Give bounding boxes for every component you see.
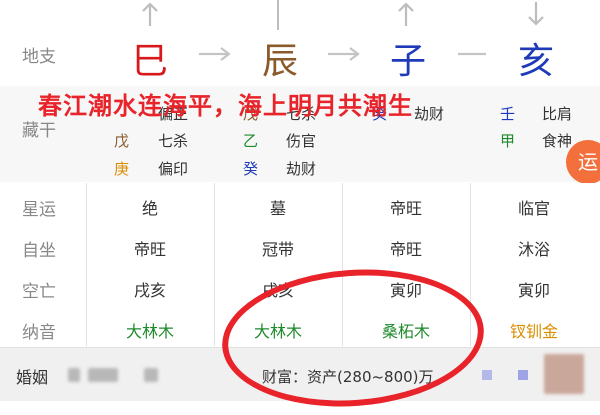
hidden-stem-name: 劫财: [286, 160, 317, 178]
marriage-label: 婚姻: [16, 368, 49, 387]
hidden-stem-char: 甲: [500, 132, 516, 150]
up-arrow-icon: [398, 2, 414, 26]
hidden-stem-name: 比肩: [542, 105, 573, 123]
row-label: 自坐: [22, 241, 56, 261]
poem-caption: 春江潮水连海平，海上明月共潮生: [38, 92, 413, 120]
blurred-avatar: [544, 354, 584, 394]
hidden-stem-name: 伤官: [286, 132, 317, 150]
grid-cell: 帝旺: [389, 199, 422, 218]
color-block: [482, 370, 492, 380]
hidden-stem-char: 壬: [500, 105, 516, 123]
branch-char: 亥: [517, 41, 554, 82]
hidden-stem-char: 戊: [114, 132, 130, 150]
right-arrow-icon: [328, 47, 360, 61]
branch-char: 辰: [261, 41, 298, 82]
grid-cell: 沐浴: [517, 240, 550, 259]
down-arrow-icon: [528, 2, 544, 26]
row-label: 空亡: [22, 282, 56, 302]
blurred-content: [144, 368, 158, 382]
blurred-content: [68, 368, 80, 382]
grid-cell: 大林木: [125, 322, 174, 341]
color-block: [518, 370, 528, 380]
grid-cell: 临官: [517, 199, 550, 218]
hidden-stem-char: 癸: [243, 160, 259, 178]
dash-connector-icon: [458, 52, 486, 56]
hidden-stem-char: 乙: [243, 132, 259, 150]
grid-cell: 戌亥: [133, 281, 166, 300]
blurred-content: [88, 368, 118, 382]
grid-cell: 冠带: [261, 240, 294, 259]
grid-cell: 寅卯: [517, 281, 550, 300]
branch-char: 巳: [131, 41, 168, 82]
grid-cell: 帝旺: [133, 240, 166, 259]
row-label: 纳音: [22, 323, 56, 343]
grid-cell: 钗钏金: [509, 322, 558, 341]
hidden-stem-name: 偏印: [158, 160, 189, 178]
grid-cell: 帝旺: [389, 240, 422, 259]
grid-cell: 绝: [141, 199, 158, 218]
branches-label: 地支: [22, 47, 56, 67]
branch-char: 子: [389, 41, 426, 82]
right-arrow-icon: [199, 47, 231, 61]
hidden-stem-name: 食神: [542, 132, 573, 150]
hidden-stem-name: 七杀: [158, 132, 189, 150]
hidden-stem-char: 庚: [114, 160, 130, 178]
connector-line: [277, 0, 279, 30]
grid-cell: 墓: [269, 199, 286, 218]
hidden-stem-name: 劫财: [414, 105, 445, 123]
up-arrow-icon: [142, 2, 158, 26]
row-label: 星运: [22, 200, 56, 220]
